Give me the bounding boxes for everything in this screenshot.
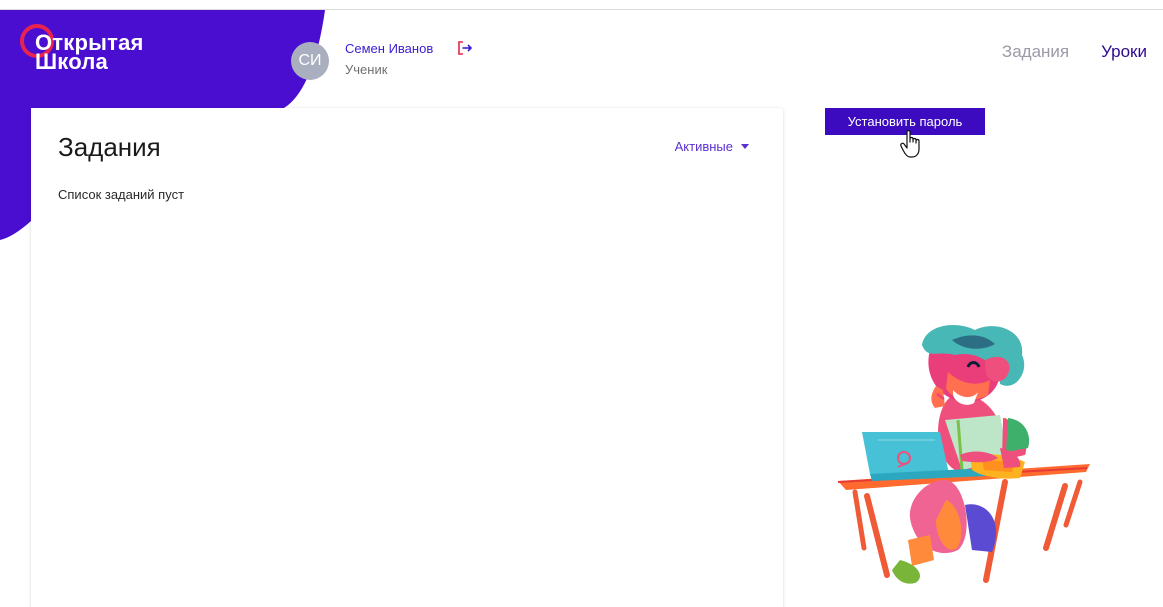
hand-cursor-icon xyxy=(900,129,920,158)
caret-down-icon xyxy=(741,144,749,149)
page: Открытая Школа СИ Семен Иванов Ученик За… xyxy=(0,0,1163,607)
top-nav: Задания Уроки xyxy=(1002,42,1147,62)
user-role: Ученик xyxy=(345,62,388,77)
tasks-title: Задания xyxy=(58,132,161,162)
tasks-filter-dropdown[interactable]: Активные xyxy=(675,139,749,154)
tasks-empty-message: Список заданий пуст xyxy=(58,187,185,202)
user-name[interactable]: Семен Иванов xyxy=(345,41,433,56)
nav-lessons[interactable]: Уроки xyxy=(1101,42,1147,62)
logo[interactable]: Открытая Школа xyxy=(35,32,144,73)
logout-icon[interactable] xyxy=(456,40,474,56)
nav-tasks[interactable]: Задания xyxy=(1002,42,1069,62)
tasks-filter-label: Активные xyxy=(674,139,733,154)
tasks-card: Задания Активные Список заданий пуст xyxy=(31,108,783,607)
student-illustration xyxy=(837,325,1090,584)
avatar[interactable]: СИ xyxy=(291,42,329,80)
